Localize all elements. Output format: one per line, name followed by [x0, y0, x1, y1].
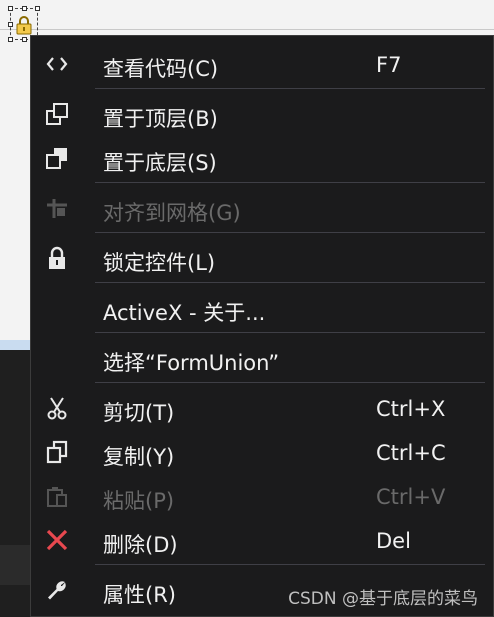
- menu-item-cut[interactable]: 剪切(T) Ctrl+X: [31, 388, 493, 428]
- align-to-grid-icon: [47, 199, 67, 218]
- resize-handle[interactable]: [22, 6, 27, 11]
- menu-item-label: 锁定控件(L): [103, 251, 216, 275]
- resize-handle[interactable]: [35, 6, 40, 11]
- menu-item-shortcut: Del: [376, 529, 411, 553]
- copy-icon: [46, 440, 68, 464]
- menu-item-label: 剪切(T): [103, 401, 175, 425]
- menu-item-view-code[interactable]: 查看代码(C) F7: [31, 44, 493, 84]
- menu-item-shortcut: Ctrl+X: [376, 397, 446, 421]
- menu-item-select-formunion[interactable]: 选择“FormUnion”: [31, 338, 493, 378]
- menu-item-bring-to-front[interactable]: 置于顶层(B): [31, 94, 493, 134]
- menu-separator: [95, 88, 485, 89]
- menu-item-label: 置于底层(S): [103, 151, 217, 175]
- send-to-back-icon: [46, 148, 67, 169]
- menu-item-label: 查看代码(C): [103, 57, 219, 81]
- watermark-text: CSDN @基于底层的菜鸟: [288, 589, 478, 609]
- wrench-icon: [48, 581, 66, 600]
- designer-border: [0, 29, 494, 30]
- resize-handle[interactable]: [8, 22, 13, 27]
- menu-item-activex-about[interactable]: ActiveX - 关于...: [31, 288, 493, 328]
- padlock-icon: [16, 16, 32, 35]
- resize-handle[interactable]: [22, 37, 27, 42]
- menu-item-lock-controls[interactable]: 锁定控件(L): [31, 238, 493, 278]
- delete-icon: [46, 529, 68, 551]
- menu-item-copy[interactable]: 复制(Y) Ctrl+C: [31, 432, 493, 472]
- resize-handle[interactable]: [8, 37, 13, 42]
- menu-item-label: ActiveX - 关于...: [103, 301, 266, 325]
- menu-item-label: 属性(R): [103, 583, 176, 607]
- menu-item-shortcut: Ctrl+V: [376, 485, 446, 509]
- code-icon: [46, 57, 68, 71]
- menu-item-send-to-back[interactable]: 置于底层(S): [31, 138, 493, 178]
- menu-item-label: 置于顶层(B): [103, 107, 218, 131]
- bring-to-front-icon: [46, 103, 68, 125]
- menu-item-label: 对齐到网格(G): [103, 201, 241, 225]
- menu-separator: [95, 282, 485, 283]
- menu-item-delete[interactable]: 删除(D) Del: [31, 520, 493, 560]
- menu-separator: [95, 232, 485, 233]
- menu-item-label: 复制(Y): [103, 445, 175, 469]
- menu-separator: [95, 564, 485, 565]
- menu-item-label: 选择“FormUnion”: [103, 351, 280, 375]
- menu-item-shortcut: F7: [376, 53, 402, 77]
- menu-separator: [95, 382, 485, 383]
- context-menu: 查看代码(C) F7 置于顶层(B) 置于底层(S) 对齐到网格(G) 锁定控件: [30, 35, 494, 617]
- menu-item-align-to-grid: 对齐到网格(G): [31, 188, 493, 228]
- lock-icon: [49, 246, 65, 269]
- menu-separator: [95, 182, 485, 183]
- paste-icon: [47, 487, 67, 507]
- cut-icon: [47, 397, 67, 420]
- menu-separator: [95, 332, 485, 333]
- menu-item-shortcut: Ctrl+C: [376, 441, 446, 465]
- resize-handle[interactable]: [8, 6, 13, 11]
- menu-item-label: 粘贴(P): [103, 489, 175, 513]
- menu-item-paste: 粘贴(P) Ctrl+V: [31, 476, 493, 516]
- menu-item-label: 删除(D): [103, 533, 178, 557]
